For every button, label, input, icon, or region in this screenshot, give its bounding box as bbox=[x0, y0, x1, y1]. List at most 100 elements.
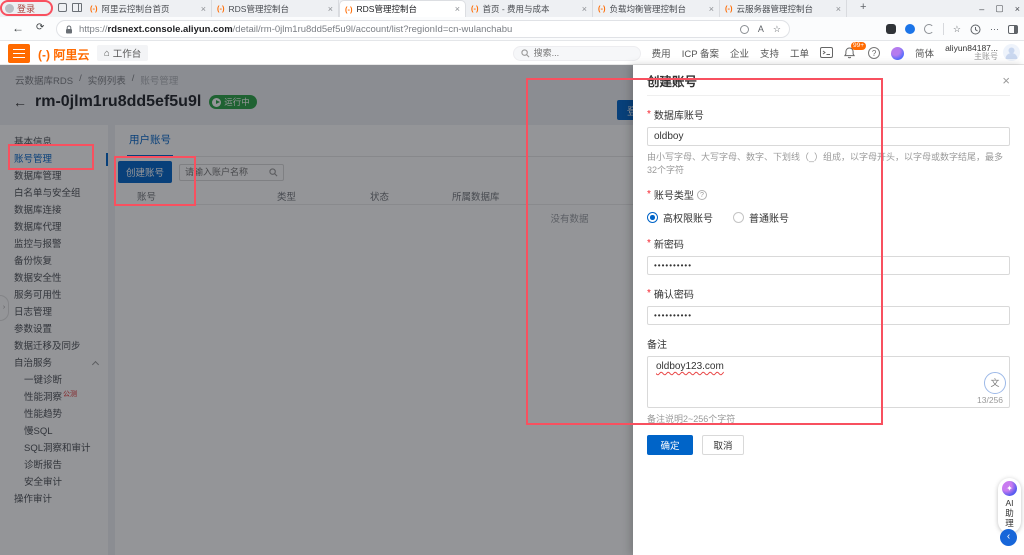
aliyun-favicon-icon: (-) bbox=[471, 4, 479, 13]
browser-tab-active[interactable]: (-) RDS管理控制台 × bbox=[339, 0, 466, 17]
console-header-right: 费用 ICP 备案 企业 支持 工单 99+ ? 简体 aliyun84187.… bbox=[512, 41, 1020, 65]
tab-close-icon[interactable]: × bbox=[582, 4, 587, 14]
radio-unselected-icon bbox=[733, 212, 744, 223]
new-password-label: * 新密码 bbox=[647, 238, 684, 251]
console-menu-button[interactable] bbox=[8, 44, 30, 63]
extension-icon-2[interactable] bbox=[904, 24, 915, 34]
split-screen-icon[interactable] bbox=[72, 3, 82, 12]
workspaces-icon[interactable] bbox=[58, 3, 67, 12]
help-icon[interactable]: ? bbox=[868, 47, 881, 59]
icp-link[interactable]: ICP 备案 bbox=[682, 46, 719, 60]
drawer-header: 创建账号 × bbox=[647, 65, 1010, 96]
account-name-input[interactable] bbox=[647, 127, 1010, 146]
aliyun-logo[interactable]: (-) 阿里云 bbox=[38, 46, 89, 63]
console-search[interactable] bbox=[512, 45, 641, 61]
language-switch[interactable]: 简体 bbox=[915, 46, 934, 60]
tab-list: (-) 阿里云控制台首页 × (-) RDS管理控制台 × (-) RDS管理控… bbox=[85, 0, 847, 17]
ticket-link[interactable]: 工单 bbox=[790, 46, 809, 60]
browser-profile-button[interactable]: 登录 bbox=[3, 2, 41, 15]
tab-close-icon[interactable]: × bbox=[328, 4, 333, 14]
browser-tab[interactable]: (-) 云服务器管理控制台 × bbox=[720, 0, 847, 17]
aliyun-favicon-icon: (-) bbox=[725, 4, 733, 13]
extension-icon-1[interactable] bbox=[885, 24, 896, 34]
workbench-button[interactable]: ⌂ 工作台 bbox=[97, 45, 149, 61]
profile-avatar-icon bbox=[5, 4, 14, 13]
aliyun-favicon-icon: (-) bbox=[598, 4, 606, 13]
account-type-label: * 账号类型 ? bbox=[647, 187, 1010, 202]
notification-bell-icon[interactable]: 99+ bbox=[844, 41, 867, 60]
maximize-button[interactable]: ▢ bbox=[995, 3, 1004, 14]
home-icon: ⌂ bbox=[104, 47, 110, 59]
info-icon[interactable]: ? bbox=[696, 189, 707, 200]
required-asterisk: * bbox=[647, 189, 651, 200]
remark-value: oldboy123.com bbox=[656, 361, 724, 372]
account-avatar[interactable] bbox=[1003, 44, 1020, 62]
confirm-password-input[interactable] bbox=[647, 306, 1010, 325]
drawer-actions: 确定 取消 bbox=[647, 435, 1010, 455]
confirm-password-label: * 确认密码 bbox=[647, 288, 694, 301]
browser-toolbar-icons: ☆ ⋯ bbox=[885, 21, 1018, 38]
apps-sphere-icon[interactable] bbox=[891, 46, 905, 60]
back-button[interactable]: ← bbox=[12, 21, 24, 35]
confirm-button[interactable]: 确定 bbox=[647, 435, 693, 455]
favorite-star-icon[interactable]: ☆ bbox=[773, 24, 781, 35]
new-tab-button[interactable]: + bbox=[860, 1, 866, 13]
radio-selected-icon bbox=[647, 212, 658, 223]
radio-normal-account[interactable]: 普通账号 bbox=[733, 210, 789, 225]
cancel-button[interactable]: 取消 bbox=[702, 435, 744, 455]
browser-tab[interactable]: (-) RDS管理控制台 × bbox=[212, 0, 339, 17]
favorites-bar-icon[interactable]: ☆ bbox=[953, 21, 961, 38]
required-asterisk: * bbox=[647, 109, 651, 120]
console-search-input[interactable] bbox=[533, 48, 624, 58]
read-aloud-icon[interactable]: A bbox=[758, 24, 764, 34]
remark-textarea[interactable]: oldboy123.com 13/256 文 bbox=[647, 356, 1010, 408]
radio-privileged-account[interactable]: 高权限账号 bbox=[647, 210, 713, 225]
browser-tab[interactable]: (-) 首页 - 费用与成本 × bbox=[466, 0, 593, 17]
close-icon[interactable]: × bbox=[1002, 73, 1010, 88]
aliyun-favicon-icon: (-) bbox=[345, 4, 353, 14]
url-text: https://rdsnext.console.aliyun.com/detai… bbox=[79, 23, 513, 35]
ai-assistant-icon bbox=[1002, 481, 1017, 496]
minimize-button[interactable]: – bbox=[979, 4, 984, 14]
cloudshell-icon[interactable] bbox=[820, 46, 834, 60]
extension-icon-3[interactable] bbox=[923, 24, 934, 34]
enterprise-link[interactable]: 企业 bbox=[730, 46, 749, 60]
tab-close-icon[interactable]: × bbox=[201, 4, 206, 14]
refresh-button[interactable]: ⟳ bbox=[36, 22, 44, 33]
sidebar-panel-icon[interactable] bbox=[1008, 24, 1018, 34]
account-role: 主账号 bbox=[974, 52, 998, 62]
required-asterisk: * bbox=[647, 288, 651, 299]
close-window-button[interactable]: × bbox=[1015, 4, 1020, 14]
aliyun-favicon-icon: (-) bbox=[217, 4, 225, 13]
history-icon[interactable] bbox=[970, 24, 981, 35]
account-menu[interactable]: aliyun84187... 主账号 bbox=[945, 43, 1020, 62]
profile-label: 登录 bbox=[17, 4, 36, 14]
tab-close-icon[interactable]: × bbox=[455, 4, 460, 14]
browser-address-bar: ← ⟳ https://rdsnext.console.aliyun.com/d… bbox=[0, 17, 1024, 41]
new-password-input[interactable] bbox=[647, 256, 1010, 275]
remark-help: 备注说明2~256个字符 bbox=[647, 414, 736, 424]
search-icon bbox=[521, 48, 530, 57]
divider bbox=[942, 23, 944, 35]
browser-tab[interactable]: (-) 负载均衡管理控制台 × bbox=[593, 0, 720, 17]
tab-close-icon[interactable]: × bbox=[709, 4, 714, 14]
support-link[interactable]: 支持 bbox=[760, 46, 779, 60]
account-name-help: 由小写字母、大写字母、数字、下划线（_）组成，以字母开头，以字母或数字结尾，最多… bbox=[647, 152, 1004, 175]
account-name-label: * 数据库账号 bbox=[647, 109, 704, 122]
create-account-drawer: 创建账号 × * 数据库账号 由小写字母、大写字母、数字、下划线（_）组成，以字… bbox=[633, 65, 1024, 555]
more-menu-icon[interactable]: ⋯ bbox=[990, 21, 999, 38]
url-field[interactable]: https://rdsnext.console.aliyun.com/detai… bbox=[56, 20, 790, 38]
required-asterisk: * bbox=[647, 238, 651, 249]
browser-tab-strip: 登录 (-) 阿里云控制台首页 × (-) RDS管理控制台 × (-) RDS… bbox=[0, 0, 1024, 17]
translate-float-icon[interactable]: 文 bbox=[984, 372, 1006, 394]
ai-assistant-widget[interactable]: AI 助 理 bbox=[998, 478, 1021, 533]
ai-collapse-button[interactable]: ‹ bbox=[1000, 529, 1017, 546]
window-controls: – ▢ × bbox=[979, 0, 1020, 17]
notification-badge: 99+ bbox=[851, 41, 867, 50]
tab-close-icon[interactable]: × bbox=[836, 4, 841, 14]
tracking-prevention-icon[interactable] bbox=[739, 24, 749, 34]
account-type-options: 高权限账号 普通账号 bbox=[647, 210, 1010, 225]
billing-link[interactable]: 费用 bbox=[652, 46, 671, 60]
aliyun-favicon-icon: (-) bbox=[90, 4, 98, 13]
browser-tab[interactable]: (-) 阿里云控制台首页 × bbox=[85, 0, 212, 17]
